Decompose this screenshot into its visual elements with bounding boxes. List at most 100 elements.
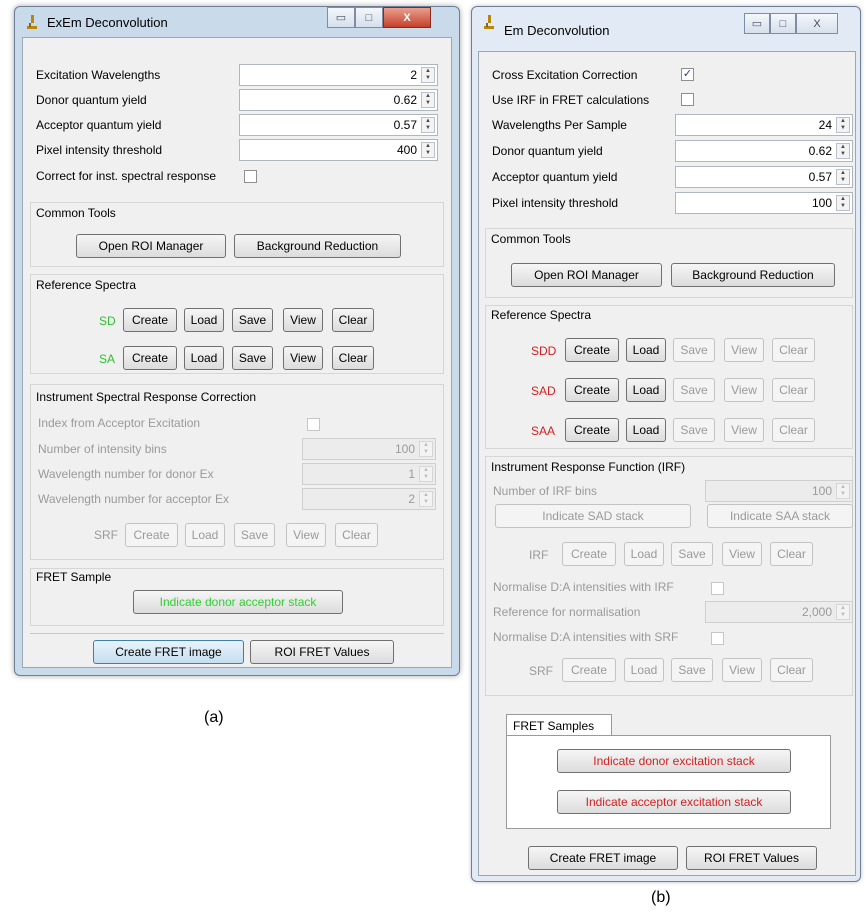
sad-create-button[interactable]: Create (565, 378, 619, 402)
sa-load-button[interactable]: Load (184, 346, 224, 370)
sd-save-button[interactable]: Save (232, 308, 273, 332)
spinner-arrows-icon[interactable]: ▲ ▼ (421, 142, 435, 158)
srf-create-button[interactable]: Create (125, 523, 178, 547)
pixel-intensity-threshold-spinner[interactable]: 100 ▲ ▼ (675, 192, 853, 214)
indicate-sad-stack-button[interactable]: Indicate SAD stack (495, 504, 691, 528)
pixel-intensity-threshold-spinner[interactable]: 400 ▲ ▼ (239, 139, 438, 161)
sad-load-button[interactable]: Load (626, 378, 666, 402)
normalise-srf-checkbox[interactable] (711, 632, 724, 645)
sdd-clear-button[interactable]: Clear (772, 338, 815, 362)
sa-save-button[interactable]: Save (232, 346, 273, 370)
sad-save-button[interactable]: Save (673, 378, 715, 402)
srf-create-button[interactable]: Create (562, 658, 616, 682)
sdd-create-button[interactable]: Create (565, 338, 619, 362)
window-b-client: Cross Excitation Correction ✓ Use IRF in… (478, 51, 856, 876)
tab-fret-samples[interactable]: FRET Samples (506, 714, 612, 736)
sdd-save-button[interactable]: Save (673, 338, 715, 362)
spinner-arrows-icon[interactable]: ▲ ▼ (419, 491, 433, 507)
acceptor-quantum-yield-label: Acceptor quantum yield (36, 118, 162, 132)
saa-view-button[interactable]: View (724, 418, 764, 442)
close-button[interactable]: X (383, 7, 431, 28)
saa-save-button[interactable]: Save (673, 418, 715, 442)
normalise-irf-label: Normalise D:A intensities with IRF (493, 580, 674, 594)
microscope-icon (27, 15, 37, 29)
spinner-arrows-icon[interactable]: ▲ ▼ (836, 117, 850, 133)
donor-quantum-yield-spinner[interactable]: 0.62 ▲ ▼ (675, 140, 853, 162)
irf-save-button[interactable]: Save (671, 542, 713, 566)
sad-clear-button[interactable]: Clear (772, 378, 815, 402)
spinner-arrows-icon[interactable]: ▲ ▼ (421, 92, 435, 108)
wavelengths-per-sample-spinner[interactable]: 24 ▲ ▼ (675, 114, 853, 136)
acceptor-quantum-yield-spinner[interactable]: 0.57 ▲ ▼ (675, 166, 853, 188)
minimize-button[interactable]: ▭ (327, 7, 355, 28)
donor-quantum-yield-spinner[interactable]: 0.62 ▲ ▼ (239, 89, 438, 111)
sdd-view-button[interactable]: View (724, 338, 764, 362)
maximize-button[interactable]: □ (770, 13, 796, 34)
reference-normalisation-spinner[interactable]: 2,000 ▲ ▼ (705, 601, 853, 623)
use-irf-checkbox[interactable] (681, 93, 694, 106)
sd-load-button[interactable]: Load (184, 308, 224, 332)
indicate-acceptor-excitation-stack-button[interactable]: Indicate acceptor excitation stack (557, 790, 791, 814)
spinner-arrows-icon[interactable]: ▲ ▼ (836, 483, 850, 499)
sa-view-button[interactable]: View (283, 346, 323, 370)
sd-clear-button[interactable]: Clear (332, 308, 374, 332)
create-fret-image-button[interactable]: Create FRET image (528, 846, 678, 870)
correct-spectral-response-checkbox[interactable] (244, 170, 257, 183)
spinner-arrows-icon[interactable]: ▲ ▼ (421, 117, 435, 133)
acceptor-ex-wavelength-spinner[interactable]: 2 ▲ ▼ (302, 488, 436, 510)
srf-save-button[interactable]: Save (234, 523, 275, 547)
saa-load-button[interactable]: Load (626, 418, 666, 442)
saa-clear-button[interactable]: Clear (772, 418, 815, 442)
srf-row-label: SRF (529, 664, 553, 678)
sdd-load-button[interactable]: Load (626, 338, 666, 362)
indicate-donor-excitation-stack-button[interactable]: Indicate donor excitation stack (557, 749, 791, 773)
irf-create-button[interactable]: Create (562, 542, 616, 566)
donor-ex-wavelength-spinner[interactable]: 1 ▲ ▼ (302, 463, 436, 485)
spinner-arrows-icon[interactable]: ▲ ▼ (419, 466, 433, 482)
donor-quantum-yield-label: Donor quantum yield (492, 144, 603, 158)
index-from-acceptor-checkbox[interactable] (307, 418, 320, 431)
spinner-arrows-icon[interactable]: ▲ ▼ (421, 67, 435, 83)
irf-load-button[interactable]: Load (624, 542, 664, 566)
excitation-wavelengths-spinner[interactable]: 2 ▲ ▼ (239, 64, 438, 86)
irf-view-button[interactable]: View (722, 542, 762, 566)
roi-fret-values-button[interactable]: ROI FRET Values (686, 846, 817, 870)
spinner-arrows-icon[interactable]: ▲ ▼ (836, 195, 850, 211)
maximize-button[interactable]: □ (355, 7, 383, 28)
srf-save-button[interactable]: Save (671, 658, 713, 682)
roi-fret-values-button[interactable]: ROI FRET Values (250, 640, 394, 664)
cross-excitation-checkbox[interactable]: ✓ (681, 68, 694, 81)
irf-bins-spinner[interactable]: 100 ▲ ▼ (705, 480, 853, 502)
saa-create-button[interactable]: Create (565, 418, 619, 442)
spinner-arrows-icon[interactable]: ▲ ▼ (836, 169, 850, 185)
create-fret-image-button[interactable]: Create FRET image (93, 640, 244, 664)
spinner-arrows-icon[interactable]: ▲ ▼ (836, 143, 850, 159)
open-roi-manager-button[interactable]: Open ROI Manager (511, 263, 662, 287)
title-bar[interactable]: ExEm Deconvolution ▭ □ X (15, 7, 459, 37)
acceptor-quantum-yield-spinner[interactable]: 0.57 ▲ ▼ (239, 114, 438, 136)
normalise-irf-checkbox[interactable] (711, 582, 724, 595)
indicate-saa-stack-button[interactable]: Indicate SAA stack (707, 504, 853, 528)
title-bar[interactable]: Em Deconvolution ▭ □ X (472, 7, 860, 38)
background-reduction-button[interactable]: Background Reduction (234, 234, 401, 258)
sad-view-button[interactable]: View (724, 378, 764, 402)
srf-view-button[interactable]: View (286, 523, 326, 547)
srf-clear-button[interactable]: Clear (770, 658, 813, 682)
minimize-button[interactable]: ▭ (744, 13, 770, 34)
indicate-donor-acceptor-stack-button[interactable]: Indicate donor acceptor stack (133, 590, 343, 614)
srf-clear-button[interactable]: Clear (335, 523, 378, 547)
irf-clear-button[interactable]: Clear (770, 542, 813, 566)
srf-load-button[interactable]: Load (624, 658, 664, 682)
background-reduction-button[interactable]: Background Reduction (671, 263, 835, 287)
srf-view-button[interactable]: View (722, 658, 762, 682)
close-button[interactable]: X (796, 13, 838, 34)
sa-clear-button[interactable]: Clear (332, 346, 374, 370)
sd-view-button[interactable]: View (283, 308, 323, 332)
spinner-arrows-icon[interactable]: ▲ ▼ (419, 441, 433, 457)
srf-load-button[interactable]: Load (185, 523, 225, 547)
open-roi-manager-button[interactable]: Open ROI Manager (76, 234, 226, 258)
spinner-arrows-icon[interactable]: ▲ ▼ (836, 604, 850, 620)
intensity-bins-spinner[interactable]: 100 ▲ ▼ (302, 438, 436, 460)
sd-create-button[interactable]: Create (123, 308, 177, 332)
sa-create-button[interactable]: Create (123, 346, 177, 370)
